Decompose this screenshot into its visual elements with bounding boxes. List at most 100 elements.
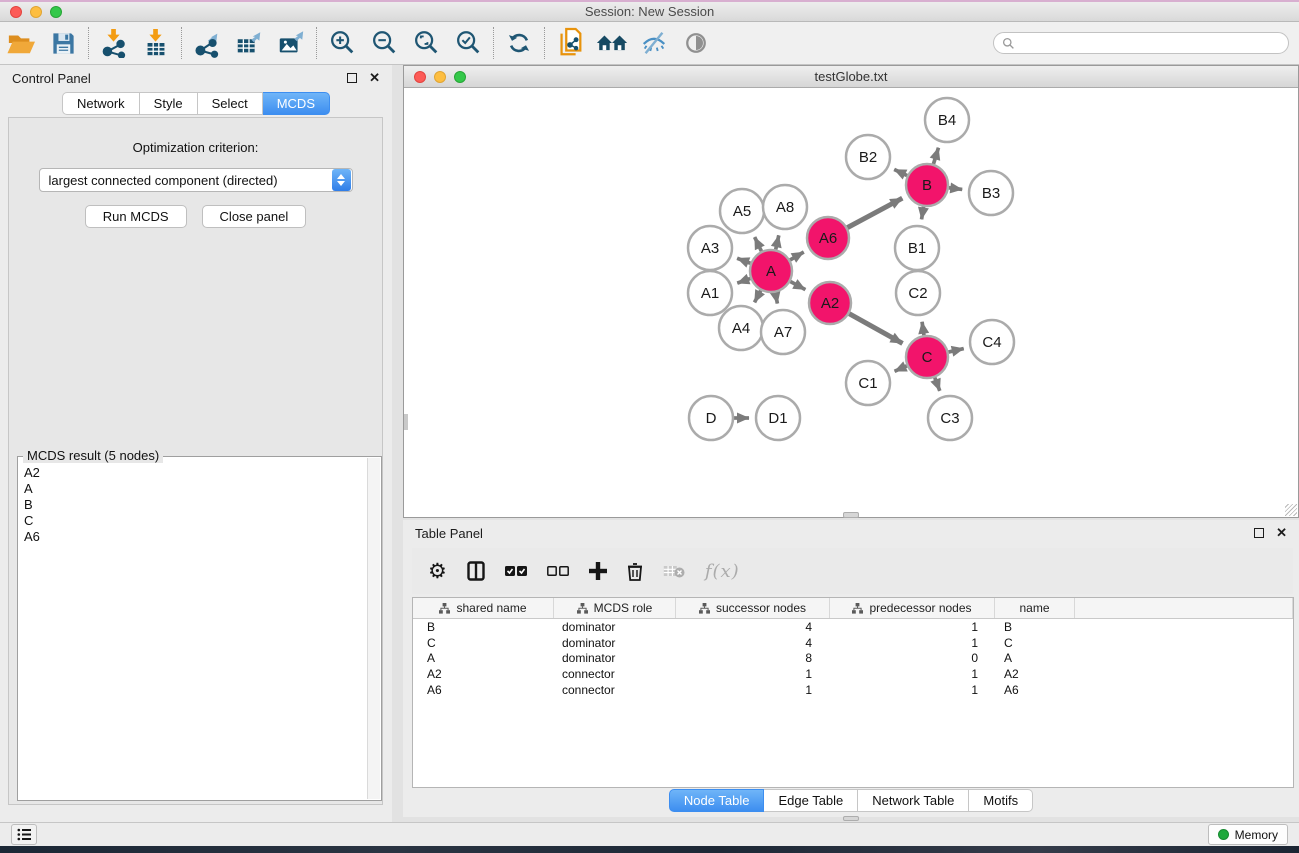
graph-edge-A-A6[interactable] xyxy=(790,252,804,260)
clone-network-button[interactable] xyxy=(549,24,591,62)
run-mcds-button[interactable]: Run MCDS xyxy=(85,205,187,228)
tab-style[interactable]: Style xyxy=(140,92,198,115)
search-field[interactable] xyxy=(1015,36,1280,50)
graph-edge-A2-C[interactable] xyxy=(849,314,902,344)
tab-motifs[interactable]: Motifs xyxy=(969,789,1033,812)
result-item-a[interactable]: A xyxy=(20,481,366,497)
split-pane-handle-bottom[interactable] xyxy=(843,816,859,821)
zoom-selected-button[interactable] xyxy=(447,24,489,62)
graph-edge-A6-B[interactable] xyxy=(847,198,902,227)
table-row-a6[interactable]: A6connector11A6 xyxy=(413,682,1293,698)
graph-node-C1[interactable]: C1 xyxy=(846,361,890,405)
memory-button[interactable]: Memory xyxy=(1208,824,1288,845)
refresh-button[interactable] xyxy=(498,24,540,62)
home-button[interactable] xyxy=(591,24,633,62)
graph-edge-A-A7[interactable] xyxy=(775,293,777,304)
table-float-panel-icon[interactable] xyxy=(1254,528,1264,538)
import-table-button[interactable] xyxy=(135,24,177,62)
import-network-button[interactable] xyxy=(93,24,135,62)
graph-node-A6[interactable]: A6 xyxy=(807,217,849,259)
result-scrollbar[interactable] xyxy=(367,458,380,799)
graph-node-D[interactable]: D xyxy=(689,396,733,440)
table-row-b[interactable]: Bdominator41B xyxy=(413,619,1293,635)
select-all-button[interactable] xyxy=(505,565,527,577)
save-session-button[interactable] xyxy=(42,24,84,62)
graph-node-B3[interactable]: B3 xyxy=(969,171,1013,215)
tab-node-table[interactable]: Node Table xyxy=(669,789,765,812)
zoom-fit-button[interactable] xyxy=(405,24,447,62)
tab-mcds[interactable]: MCDS xyxy=(263,92,330,115)
window-titlebar[interactable]: Session: New Session xyxy=(0,2,1299,22)
graph-node-B2[interactable]: B2 xyxy=(846,135,890,179)
criterion-select[interactable]: largest connected component (directed) xyxy=(39,168,353,192)
zoom-out-button[interactable] xyxy=(363,24,405,62)
graph-node-B4[interactable]: B4 xyxy=(925,98,969,142)
graph-node-A2[interactable]: A2 xyxy=(809,282,851,324)
column-header-successor-nodes[interactable]: successor nodes xyxy=(676,598,830,618)
export-table-button[interactable] xyxy=(228,24,270,62)
column-header-shared-name[interactable]: shared name xyxy=(413,598,554,618)
table-options-button[interactable]: ⚙ xyxy=(428,559,447,583)
graph-node-A1[interactable]: A1 xyxy=(688,271,732,315)
graph-node-A[interactable]: A xyxy=(750,250,792,292)
graph-edge-B-B1[interactable] xyxy=(922,207,924,220)
graph-node-C2[interactable]: C2 xyxy=(896,271,940,315)
hide-panels-button[interactable] xyxy=(633,24,675,62)
export-image-button[interactable] xyxy=(270,24,312,62)
open-session-button[interactable] xyxy=(0,24,42,62)
deselect-all-button[interactable] xyxy=(547,565,569,577)
tab-select[interactable]: Select xyxy=(198,92,263,115)
delete-column-button[interactable] xyxy=(627,562,643,581)
graph-node-A5[interactable]: A5 xyxy=(720,189,764,233)
column-header-name[interactable]: name xyxy=(995,598,1075,618)
show-column-button[interactable] xyxy=(467,561,485,581)
function-builder-button[interactable]: f(x) xyxy=(705,561,740,582)
result-item-a2[interactable]: A2 xyxy=(20,465,366,481)
table-close-panel-icon[interactable]: ✕ xyxy=(1276,528,1287,538)
graph-node-A7[interactable]: A7 xyxy=(761,310,805,354)
graph-edge-C-C3[interactable] xyxy=(935,378,940,391)
graph-edge-C-C1[interactable] xyxy=(895,366,907,371)
table-row-a[interactable]: Adominator80A xyxy=(413,651,1293,667)
delete-table-button[interactable] xyxy=(663,564,685,578)
column-header-predecessor-nodes[interactable]: predecessor nodes xyxy=(830,598,995,618)
graph-edge-A-A4[interactable] xyxy=(755,290,761,302)
table-row-c[interactable]: Cdominator41C xyxy=(413,635,1293,651)
graph-edge-B-B3[interactable] xyxy=(949,188,962,190)
table-row-a2[interactable]: A2connector11A2 xyxy=(413,666,1293,682)
close-panel-button[interactable]: Close panel xyxy=(202,205,307,228)
graph-node-A3[interactable]: A3 xyxy=(688,226,732,270)
graph-node-D1[interactable]: D1 xyxy=(756,396,800,440)
graph-edge-B-B2[interactable] xyxy=(894,169,907,175)
show-panels-button[interactable] xyxy=(675,24,717,62)
export-network-button[interactable] xyxy=(186,24,228,62)
graph-node-A4[interactable]: A4 xyxy=(719,306,763,350)
search-input[interactable] xyxy=(993,32,1289,54)
graph-node-B[interactable]: B xyxy=(906,164,948,206)
tab-network-table[interactable]: Network Table xyxy=(858,789,969,812)
result-item-b[interactable]: B xyxy=(20,497,366,513)
column-header-MCDS-role[interactable]: MCDS role xyxy=(554,598,676,618)
graph-node-C3[interactable]: C3 xyxy=(928,396,972,440)
tab-edge-table[interactable]: Edge Table xyxy=(764,789,858,812)
graph-node-C[interactable]: C xyxy=(906,336,948,378)
zoom-in-button[interactable] xyxy=(321,24,363,62)
add-column-button[interactable] xyxy=(589,562,607,580)
result-item-c[interactable]: C xyxy=(20,513,366,529)
result-item-a6[interactable]: A6 xyxy=(20,529,366,545)
graph-node-C4[interactable]: C4 xyxy=(970,320,1014,364)
tab-network[interactable]: Network xyxy=(62,92,140,115)
graph-edge-C-C2[interactable] xyxy=(922,322,924,335)
network-canvas[interactable]: B4B2BB3A5A8A6A3B1AC2A1A2A4A7C4CC1DD1C3 xyxy=(404,88,1298,517)
close-panel-icon[interactable]: ✕ xyxy=(369,73,380,83)
graph-node-B1[interactable]: B1 xyxy=(895,226,939,270)
float-panel-icon[interactable] xyxy=(347,73,357,83)
graph-edge-C-C4[interactable] xyxy=(948,349,963,353)
graph-edge-A-A2[interactable] xyxy=(790,281,805,289)
network-window-titlebar[interactable]: testGlobe.txt xyxy=(404,66,1298,88)
task-history-button[interactable] xyxy=(11,824,37,845)
graph-edge-A-A5[interactable] xyxy=(755,237,762,251)
window-resize-grip[interactable] xyxy=(1285,504,1297,516)
graph-edge-A-A8[interactable] xyxy=(776,235,779,249)
split-pane-handle[interactable] xyxy=(843,512,859,518)
